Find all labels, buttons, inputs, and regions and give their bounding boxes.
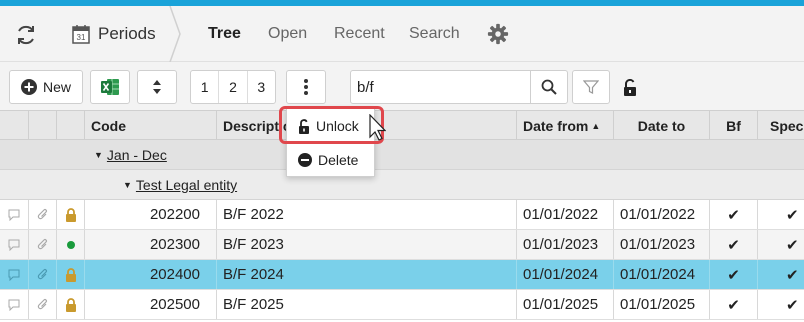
periods-grid: Code Description Date from ▲ Date to Bf … [0,110,804,322]
tab-tree[interactable]: Tree [208,25,241,43]
header-date-from-label: Date from [523,117,589,134]
table-row[interactable]: 202300 B/F 2023 01/01/2023 01/01/2023 ✔ … [0,230,804,260]
more-actions-button[interactable] [286,70,326,104]
unlock-icon[interactable] [622,79,638,97]
mouse-cursor-icon [369,114,386,141]
lock-icon [57,290,85,319]
cell-description: B/F 2025 [217,290,517,319]
cell-date-from: 01/01/2023 [517,230,614,259]
lock-icon [57,260,85,289]
search-input[interactable] [350,70,531,104]
export-excel-button[interactable] [90,70,130,104]
lock-icon [57,200,85,229]
header-date-to[interactable]: Date to [614,111,710,140]
tree-level-selector: 1 2 3 [190,70,276,104]
calendar-day: 31 [77,33,86,42]
cell-code: 202200 [85,200,217,229]
new-button-label: New [42,79,71,95]
toolbar: New 1 2 3 [0,62,804,110]
tab-search[interactable]: Search [409,25,460,43]
gear-icon[interactable] [487,23,509,45]
check-icon: ✔ [758,260,804,289]
check-icon: ✔ [710,290,758,319]
level-2-button[interactable]: 2 [219,71,248,103]
header-spec[interactable]: Spec [758,111,804,140]
open-status-icon [57,230,85,259]
cell-date-from: 01/01/2022 [517,200,614,229]
periods-label: Periods [98,24,156,43]
group-row-level2[interactable]: ▼ Test Legal entity [0,170,804,200]
expand-triangle-icon: ▼ [123,180,132,190]
comment-icon[interactable] [0,260,29,289]
paperclip-icon[interactable] [29,200,57,229]
paperclip-icon[interactable] [29,290,57,319]
header-date-from[interactable]: Date from ▲ [517,111,614,140]
header-comment-col [0,111,29,140]
paperclip-icon[interactable] [29,230,57,259]
level-1-button[interactable]: 1 [191,71,220,103]
periods-breadcrumb[interactable]: 31 Periods [72,20,156,48]
cell-date-to: 01/01/2025 [614,290,710,319]
table-row[interactable]: 202200 B/F 2022 01/01/2022 01/01/2022 ✔ … [0,200,804,230]
plus-circle-icon [20,79,37,95]
refresh-icon[interactable] [14,23,38,47]
header-bf[interactable]: Bf [710,111,758,140]
header-attachment-col [29,111,57,140]
calendar-icon: 31 [72,25,90,44]
header-status-col [57,111,85,140]
tab-open[interactable]: Open [268,25,307,43]
group-label-level1: ▼ Jan - Dec [94,147,167,163]
breadcrumb-separator [169,6,181,62]
cell-date-to: 01/01/2023 [614,230,710,259]
cell-description: B/F 2024 [217,260,517,289]
more-vertical-icon [304,79,308,95]
minus-circle-icon [298,153,312,167]
cell-description: B/F 2023 [217,230,517,259]
check-icon: ✔ [758,230,804,259]
cell-date-from: 01/01/2025 [517,290,614,319]
sort-button[interactable] [137,70,177,104]
cell-date-to: 01/01/2022 [614,200,710,229]
new-button[interactable]: New [9,70,83,104]
expand-triangle-icon: ▼ [94,150,103,160]
search-button[interactable] [530,70,568,104]
comment-icon[interactable] [0,230,29,259]
grid-header: Code Description Date from ▲ Date to Bf … [0,110,804,140]
excel-icon [101,79,119,95]
cell-code: 202500 [85,290,217,319]
paperclip-icon[interactable] [29,260,57,289]
tab-recent[interactable]: Recent [334,25,385,43]
navigation-bar: 31 Periods Tree Open Recent Search [0,6,804,62]
sort-ascending-icon: ▲ [591,120,601,131]
cell-description: B/F 2022 [217,200,517,229]
cell-date-to: 01/01/2024 [614,260,710,289]
comment-icon[interactable] [0,290,29,319]
group-label-level2: ▼ Test Legal entity [123,177,238,193]
check-icon: ✔ [758,200,804,229]
table-row-selected[interactable]: 202400 B/F 2024 01/01/2024 01/01/2024 ✔ … [0,260,804,290]
sort-icon [153,80,161,94]
check-icon: ✔ [710,230,758,259]
check-icon: ✔ [710,260,758,289]
filter-button[interactable] [572,70,610,104]
menu-item-delete[interactable]: Delete [287,144,376,176]
check-icon: ✔ [710,200,758,229]
filter-icon [583,80,599,94]
cell-code: 202300 [85,230,217,259]
table-row[interactable]: 202500 B/F 2025 01/01/2025 01/01/2025 ✔ … [0,290,804,320]
cell-date-from: 01/01/2024 [517,260,614,289]
cell-code: 202400 [85,260,217,289]
header-code[interactable]: Code [85,111,217,140]
level-3-button[interactable]: 3 [248,71,275,103]
check-icon: ✔ [758,290,804,319]
search-icon [541,79,557,95]
comment-icon[interactable] [0,200,29,229]
menu-item-delete-label: Delete [318,152,359,168]
group-row-level1[interactable]: ▼ Jan - Dec [0,140,804,170]
